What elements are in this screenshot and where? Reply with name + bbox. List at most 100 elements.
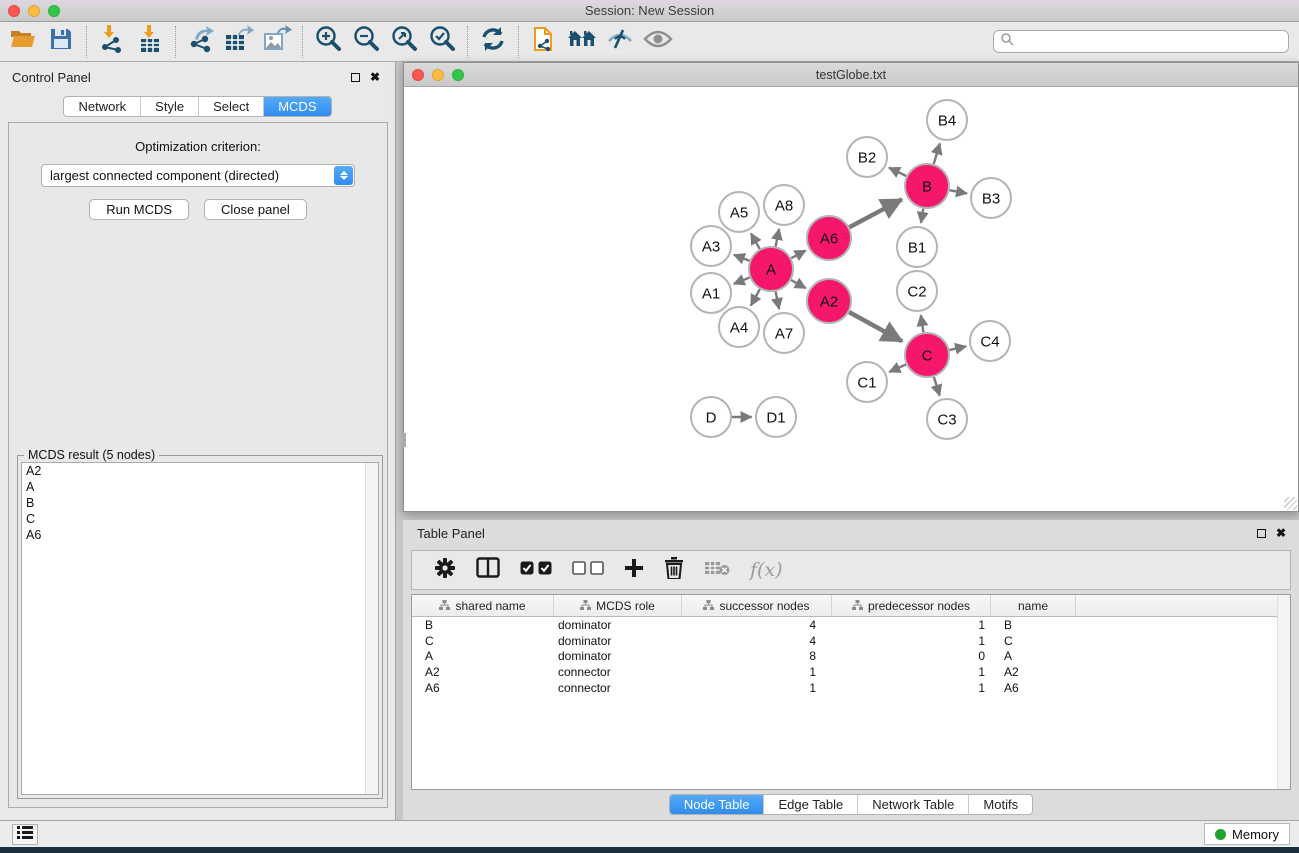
window-resize-grip[interactable] — [1284, 497, 1297, 510]
table-cell[interactable]: A2 — [412, 665, 554, 679]
splitter-handle[interactable] — [403, 433, 406, 447]
table-cell[interactable]: A — [412, 649, 554, 663]
node-A6[interactable]: A6 — [807, 216, 851, 260]
refresh-button[interactable] — [474, 25, 512, 59]
edge-A-A7[interactable] — [776, 292, 780, 310]
table-cell[interactable]: 8 — [682, 649, 832, 663]
table-cell[interactable]: 4 — [682, 618, 832, 632]
zoom-fit-button[interactable] — [385, 25, 423, 59]
table-row[interactable]: A6connector11A6 — [412, 680, 1290, 696]
settings-gear-icon[interactable] — [434, 557, 456, 584]
edge-A6-B[interactable] — [849, 199, 902, 227]
node-B[interactable]: B — [905, 164, 949, 208]
edge-C-C3[interactable] — [934, 377, 940, 396]
edge-A-A1[interactable] — [734, 278, 750, 284]
tab-select[interactable]: Select — [198, 97, 263, 116]
edge-A-A6[interactable] — [791, 250, 805, 258]
network-graph[interactable]: B4B2BB3A5A8A6B1A3AC2A1A2A4A7C4CC1C3DD1 — [404, 87, 1298, 511]
search-input[interactable] — [1014, 32, 1288, 51]
hide-panels-button[interactable] — [601, 25, 639, 59]
column-header-predecessor-nodes[interactable]: predecessor nodes — [832, 595, 991, 616]
close-panel-button[interactable]: ✖ — [367, 69, 383, 85]
new-network-button[interactable] — [525, 25, 563, 59]
close-panel-button-2[interactable]: Close panel — [204, 199, 307, 220]
edge-C-C2[interactable] — [921, 315, 924, 332]
table-cell[interactable]: 1 — [832, 634, 991, 648]
node-C3[interactable]: C3 — [927, 399, 967, 439]
open-file-button[interactable] — [4, 25, 42, 59]
close-table-panel-button[interactable]: ✖ — [1273, 525, 1289, 541]
function-builder-icon[interactable]: f(x) — [750, 559, 783, 581]
edge-A-A5[interactable] — [751, 233, 760, 249]
tab-edge-table[interactable]: Edge Table — [763, 795, 857, 814]
result-list-item[interactable]: C — [22, 511, 378, 527]
node-B2[interactable]: B2 — [847, 137, 887, 177]
zoom-out-button[interactable] — [347, 25, 385, 59]
tab-network[interactable]: Network — [64, 97, 140, 116]
column-layout-icon[interactable] — [476, 557, 500, 583]
table-cell[interactable]: dominator — [554, 634, 682, 648]
table-cell[interactable]: B — [412, 618, 554, 632]
table-cell[interactable]: 0 — [832, 649, 991, 663]
table-row[interactable]: Cdominator41C — [412, 633, 1290, 649]
table-cell[interactable]: dominator — [554, 618, 682, 632]
tab-style[interactable]: Style — [140, 97, 198, 116]
edge-A-A3[interactable] — [734, 255, 750, 261]
tab-motifs[interactable]: Motifs — [968, 795, 1032, 814]
column-header-shared-name[interactable]: shared name — [412, 595, 554, 616]
zoom-in-button[interactable] — [309, 25, 347, 59]
memory-button[interactable]: Memory — [1204, 823, 1290, 845]
export-table-button[interactable] — [220, 25, 258, 59]
node-C2[interactable]: C2 — [897, 271, 937, 311]
table-cell[interactable]: A2 — [991, 665, 1076, 679]
zoom-selected-button[interactable] — [423, 25, 461, 59]
criterion-dropdown[interactable]: largest connected component (directed) — [41, 164, 355, 187]
task-history-button[interactable] — [12, 824, 38, 845]
network-canvas[interactable]: B4B2BB3A5A8A6B1A3AC2A1A2A4A7C4CC1C3DD1 — [404, 87, 1298, 511]
node-B1[interactable]: B1 — [897, 227, 937, 267]
node-C[interactable]: C — [905, 333, 949, 377]
node-A3[interactable]: A3 — [691, 226, 731, 266]
result-list-item[interactable]: A6 — [22, 527, 378, 543]
node-B4[interactable]: B4 — [927, 100, 967, 140]
edge-C-C1[interactable] — [889, 364, 906, 372]
node-A7[interactable]: A7 — [764, 313, 804, 353]
table-cell[interactable]: C — [412, 634, 554, 648]
delete-column-trash-icon[interactable] — [664, 557, 684, 584]
tab-network-table[interactable]: Network Table — [857, 795, 968, 814]
node-A2[interactable]: A2 — [807, 279, 851, 323]
float-table-panel-button[interactable] — [1253, 525, 1269, 541]
edge-A2-C[interactable] — [849, 312, 902, 341]
table-scrollbar[interactable] — [1277, 595, 1290, 789]
node-D[interactable]: D — [691, 397, 731, 437]
edge-B-B1[interactable] — [921, 209, 923, 223]
table-cell[interactable]: A6 — [991, 681, 1076, 695]
search-field[interactable] — [993, 30, 1289, 53]
node-B3[interactable]: B3 — [971, 178, 1011, 218]
table-cell[interactable]: 4 — [682, 634, 832, 648]
table-row[interactable]: A2connector11A2 — [412, 664, 1290, 680]
mcds-result-list[interactable]: A2ABCA6 — [21, 462, 379, 795]
edge-B-B2[interactable] — [889, 168, 906, 176]
column-header-MCDS-role[interactable]: MCDS role — [554, 595, 682, 616]
edge-A-A4[interactable] — [751, 289, 760, 305]
node-D1[interactable]: D1 — [756, 397, 796, 437]
add-column-icon[interactable] — [624, 558, 644, 583]
result-list-item[interactable]: B — [22, 495, 378, 511]
tab-node-table[interactable]: Node Table — [670, 795, 764, 814]
table-cell[interactable]: A6 — [412, 681, 554, 695]
result-list-item[interactable]: A — [22, 479, 378, 495]
node-C1[interactable]: C1 — [847, 362, 887, 402]
node-C4[interactable]: C4 — [970, 321, 1010, 361]
export-image-button[interactable] — [258, 25, 296, 59]
network-window-titlebar[interactable]: testGlobe.txt — [404, 63, 1298, 87]
node-A[interactable]: A — [749, 247, 793, 291]
edge-C-C4[interactable] — [949, 346, 966, 350]
result-list-item[interactable]: A2 — [22, 463, 378, 479]
table-cell[interactable]: connector — [554, 681, 682, 695]
result-list-scrollbar[interactable] — [365, 463, 378, 794]
delete-table-icon[interactable] — [704, 560, 730, 581]
save-session-button[interactable] — [42, 25, 80, 59]
table-cell[interactable]: 1 — [832, 665, 991, 679]
table-row[interactable]: Adominator80A — [412, 649, 1290, 665]
